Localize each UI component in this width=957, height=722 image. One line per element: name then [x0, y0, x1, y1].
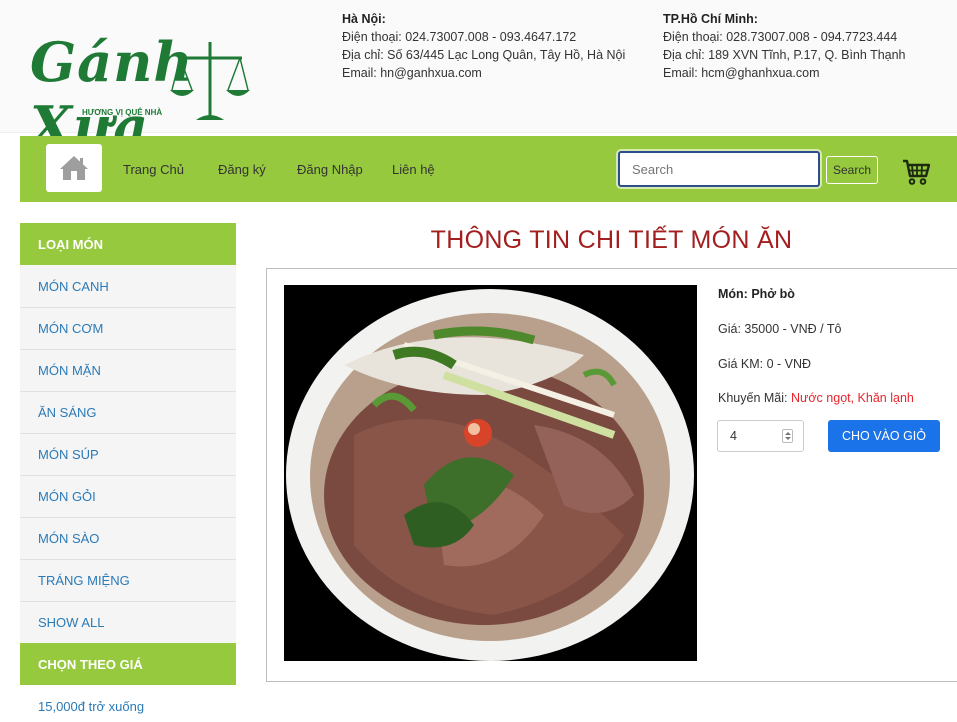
quantity-stepper[interactable]: 4 — [717, 420, 804, 452]
contact-address: Địa chỉ: Số 63/445 Lạc Long Quân, Tây Hồ… — [342, 48, 626, 62]
category-item[interactable]: MÓN SÀO — [20, 517, 236, 559]
nav-home-link[interactable]: Trang Chủ — [123, 162, 184, 177]
contact-hanoi: Hà Nội: Điện thoại: 024.73007.008 - 093.… — [342, 10, 627, 82]
search-button[interactable]: Search — [826, 156, 878, 184]
main-navbar: Trang Chủ Đăng ký Đăng Nhập Liên hệ Sear… — [20, 136, 957, 202]
contact-email: Email: hcm@ghanhxua.com — [663, 66, 820, 80]
contact-city: Hà Nội: — [342, 12, 386, 26]
contact-hcm: TP.Hồ Chí Minh: Điện thoại: 028.73007.00… — [663, 10, 953, 82]
category-item[interactable]: MÓN MẶN — [20, 349, 236, 391]
category-item[interactable]: TRÁNG MIỆNG — [20, 559, 236, 601]
scale-icon — [170, 42, 250, 120]
site-header: Gánh Xưa HƯƠNG VỊ QUÊ NHÀ Hà Nội: Điện t… — [0, 0, 957, 158]
contact-email: Email: hn@ganhxua.com — [342, 66, 482, 80]
category-item[interactable]: ĂN SÁNG — [20, 391, 236, 433]
product-photo — [284, 285, 697, 661]
logo-tagline: HƯƠNG VỊ QUÊ NHÀ — [82, 108, 163, 117]
cart-icon[interactable] — [902, 158, 930, 186]
contact-address: Địa chỉ: 189 XVN Tĩnh, P.17, Q. Bình Thạ… — [663, 48, 906, 62]
category-heading: LOẠI MÓN — [20, 223, 236, 265]
price-filter-item[interactable]: 15,000đ trở xuống — [20, 685, 236, 722]
contact-phone: Điện thoại: 024.73007.008 - 093.4647.172 — [342, 30, 577, 44]
category-item[interactable]: MÓN GỎI — [20, 475, 236, 517]
nav-register-link[interactable]: Đăng ký — [218, 162, 266, 177]
search-input[interactable] — [618, 151, 820, 187]
home-icon — [60, 156, 88, 180]
category-sidebar: LOẠI MÓN MÓN CANH MÓN CƠM MÓN MẶN ĂN SÁN… — [20, 223, 236, 722]
product-sale-price: Giá KM: 0 - VNĐ — [718, 357, 812, 371]
product-name: Món: Phở bò — [718, 287, 795, 301]
promotion-value: Nước ngọt, Khăn lạnh — [790, 391, 914, 405]
product-promotion: Khuyến Mãi: Nước ngọt, Khăn lạnh — [718, 391, 914, 405]
promotion-label: Khuyến Mãi: — [718, 391, 791, 405]
contact-phone: Điện thoại: 028.73007.008 - 094.7723.444 — [663, 30, 898, 44]
category-item-show-all[interactable]: SHOW ALL — [20, 601, 236, 643]
page-title: THÔNG TIN CHI TIẾT MÓN ĂN — [430, 226, 793, 254]
category-item[interactable]: MÓN SÚP — [20, 433, 236, 475]
price-filter-heading: CHỌN THEO GIÁ — [20, 643, 236, 685]
nav-login-link[interactable]: Đăng Nhập — [297, 162, 363, 177]
spinner-arrows-icon[interactable] — [782, 429, 793, 443]
nav-contact-link[interactable]: Liên hệ — [392, 162, 435, 177]
category-item[interactable]: MÓN CƠM — [20, 307, 236, 349]
home-button[interactable] — [46, 144, 102, 192]
product-price: Giá: 35000 - VNĐ / Tô — [718, 322, 842, 336]
site-logo[interactable]: Gánh Xưa HƯƠNG VỊ QUÊ NHÀ — [20, 30, 320, 158]
contact-city: TP.Hồ Chí Minh: — [663, 12, 758, 26]
product-detail-card: Món: Phở bò Giá: 35000 - VNĐ / Tô Giá KM… — [266, 268, 957, 682]
add-to-cart-button[interactable]: CHO VÀO GIỎ — [828, 420, 940, 452]
category-item[interactable]: MÓN CANH — [20, 265, 236, 307]
quantity-value: 4 — [730, 429, 737, 443]
